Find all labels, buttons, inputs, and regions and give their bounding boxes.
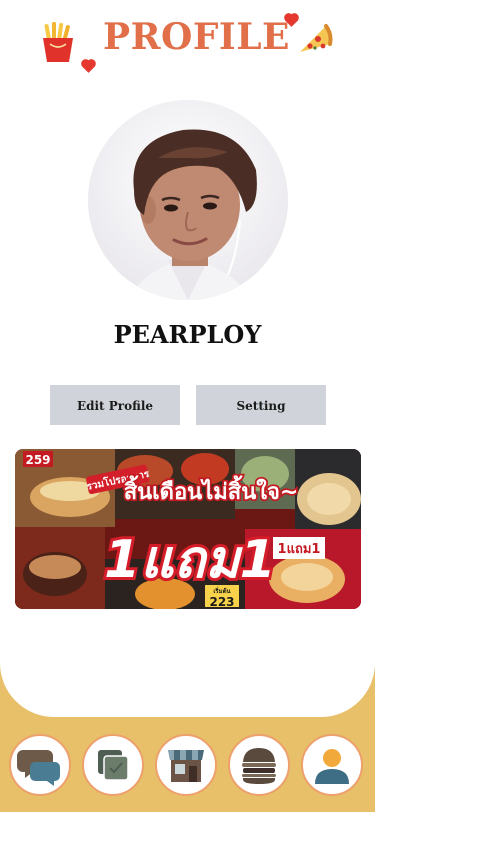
promo-banner[interactable]: รวมโปรอาหาร สิ้นเดือนไม่สิ้นใจ~ 1แถม1 1แ… bbox=[15, 449, 361, 609]
avatar[interactable] bbox=[88, 100, 288, 300]
nav-burger-button[interactable] bbox=[228, 734, 290, 796]
shop-icon bbox=[168, 750, 204, 782]
banner-headline: สิ้นเดือนไม่สิ้นใจ~ bbox=[124, 475, 299, 505]
banner-price-caption: เริ่มต้น bbox=[213, 586, 231, 595]
avatar-photo bbox=[88, 100, 288, 300]
nav-profile-button[interactable] bbox=[301, 734, 363, 796]
user-icon bbox=[315, 749, 349, 784]
username: PEARPLOY bbox=[113, 320, 262, 349]
nav-cards-button[interactable] bbox=[82, 734, 144, 796]
banner-price-right: 223 bbox=[209, 595, 234, 609]
fries-icon bbox=[43, 22, 73, 62]
banner-offer: 1แถม1 bbox=[104, 530, 276, 590]
setting-button[interactable]: Setting bbox=[196, 385, 326, 425]
app-panel: PROFILE PEARPLOY Edit Profile Setting รว… bbox=[0, 0, 375, 812]
screen: PROFILE PEARPLOY Edit Profile Setting รว… bbox=[0, 0, 492, 864]
stacked-cards-icon bbox=[98, 750, 129, 781]
burger-icon bbox=[242, 748, 276, 784]
banner-small-offer: 1แถม1 bbox=[278, 542, 321, 557]
nav-chat-button[interactable] bbox=[9, 734, 71, 796]
edit-profile-button[interactable]: Edit Profile bbox=[50, 385, 180, 425]
banner-image: รวมโปรอาหาร สิ้นเดือนไม่สิ้นใจ~ 1แถม1 1แ… bbox=[15, 449, 361, 609]
profile-card: PROFILE PEARPLOY Edit Profile Setting รว… bbox=[0, 0, 375, 717]
chat-bubbles-icon bbox=[17, 750, 60, 786]
pizza-slice-icon bbox=[300, 24, 333, 52]
banner-price-left: 259 bbox=[25, 453, 50, 467]
heart-icon bbox=[82, 60, 95, 73]
header: PROFILE bbox=[0, 12, 375, 73]
nav-shop-button[interactable] bbox=[155, 734, 217, 796]
page-title: PROFILE bbox=[103, 16, 290, 58]
